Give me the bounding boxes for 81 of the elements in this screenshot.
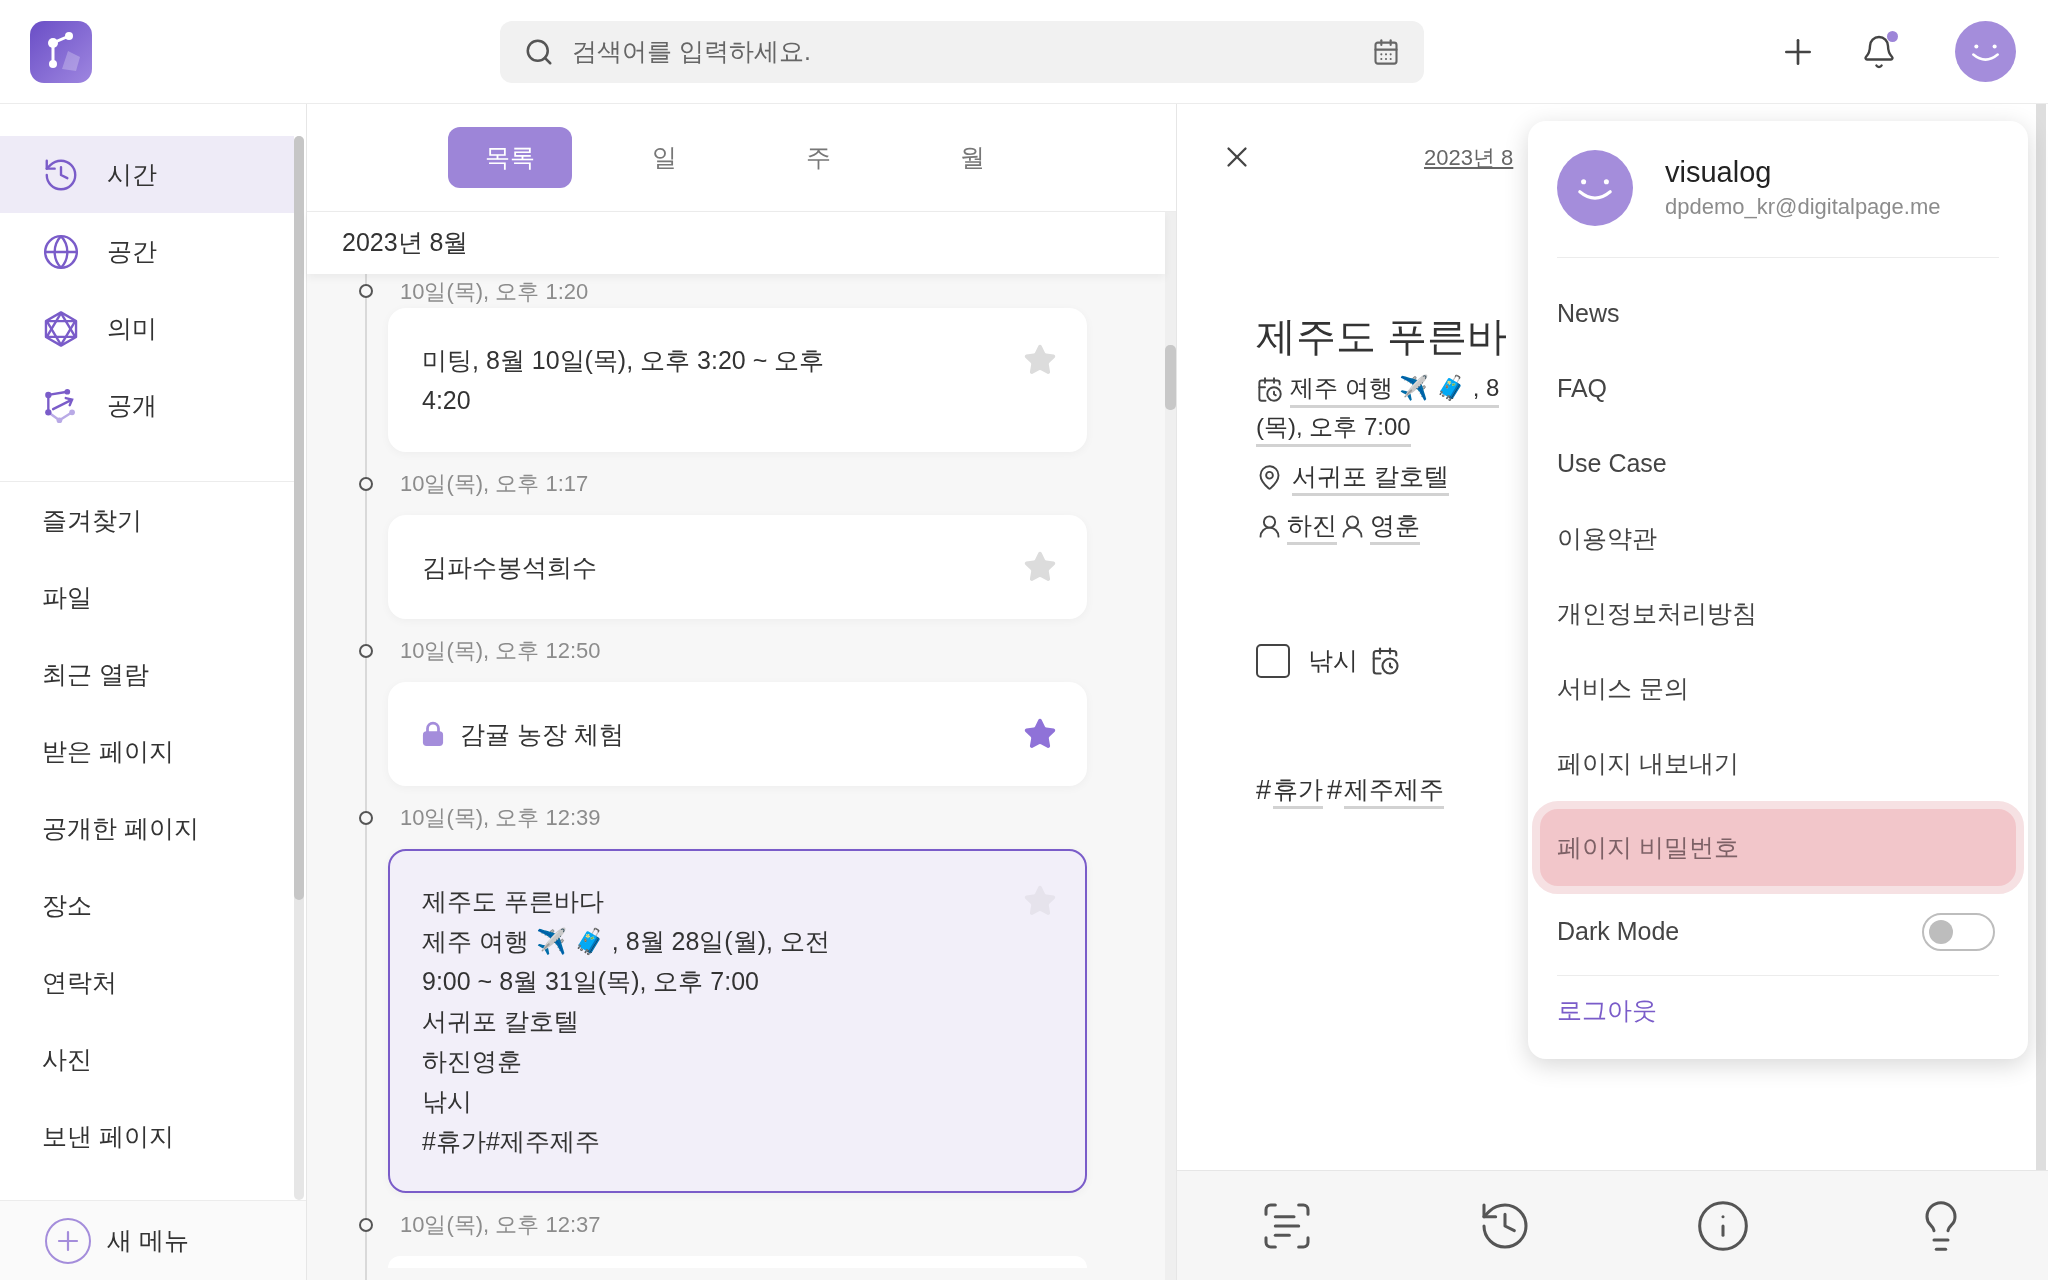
sidebar-menu-item[interactable]: 공개한 페이지: [0, 790, 294, 867]
entry-time: 10일(목), 오후 12:37: [400, 1211, 601, 1239]
new-menu-button[interactable]: 새 메뉴: [45, 1217, 189, 1264]
sidebar-menu-item[interactable]: 받은 페이지: [0, 713, 294, 790]
entry-text: 김파수봉석희수: [422, 552, 597, 583]
entry-text: 하진영훈: [422, 1046, 523, 1077]
sidebar-menu-item[interactable]: 연락처: [0, 944, 294, 1021]
page-title: 제주도 푸른바: [1256, 313, 1508, 360]
smiley-avatar-icon: [1557, 150, 1633, 226]
sidebar-nav-item[interactable]: 시간: [0, 136, 294, 213]
entry-text: 서귀포 칼호텔: [422, 1006, 580, 1037]
menu-item[interactable]: 서비스 문의: [1540, 651, 2016, 726]
menu-item[interactable]: FAQ: [1540, 351, 2016, 426]
tag-link[interactable]: 휴가: [1273, 772, 1324, 809]
sidebar-nav-item[interactable]: 공간: [0, 213, 294, 290]
menu-item[interactable]: Use Case: [1540, 426, 2016, 501]
person-link[interactable]: 하진: [1287, 508, 1337, 545]
entry-card[interactable]: 제주도 푸른바다 제주 여행 ✈ 🧳 , 8월 28일(월), 오전 9:00 ~ 8월 31일(목), 오후 7:00 서귀포 칼호텔 하진영훈 낚시 #휴가#제주제주: [388, 849, 1087, 1193]
account-email: dpdemo_kr@digitalpage.me: [1665, 193, 1941, 221]
star-icon[interactable]: [1023, 717, 1057, 751]
entry-time: 10일(목), 오후 1:20: [400, 277, 589, 306]
calendar-clock-icon[interactable]: [1370, 645, 1400, 676]
hash-mark: #: [1256, 774, 1272, 808]
sidebar-nav-item[interactable]: 공개: [0, 367, 294, 444]
entry-text: 낚시: [422, 1086, 473, 1117]
todo-label: 낚시: [1308, 644, 1358, 676]
smiley-avatar-icon: [1955, 21, 2016, 82]
month-header: 2023년 8월: [307, 212, 1165, 274]
person-link[interactable]: 영훈: [1370, 508, 1420, 545]
calendar-clock-icon: [1256, 376, 1283, 403]
entry-card[interactable]: 미팅, 8월 10일(목), 오후 3:20 ~ 오후 4:20: [388, 308, 1087, 452]
profile-button[interactable]: [1955, 21, 2016, 82]
entry-text: #휴가#제주제주: [422, 1126, 601, 1157]
hexagram-icon: [42, 309, 80, 348]
view-tab[interactable]: 일: [602, 127, 726, 188]
entry-text: 미팅, 8월 10일(목), 오후 3:20 ~ 오후 4:20: [422, 345, 826, 416]
sidebar-menu-item[interactable]: 장소: [0, 867, 294, 944]
detail-scrollbar[interactable]: [2036, 104, 2046, 1170]
entry-time: 10일(목), 오후 12:39: [400, 804, 601, 832]
place-link[interactable]: 서귀포 칼호텔: [1292, 459, 1449, 496]
sidebar-menu-item[interactable]: 사진: [0, 1021, 294, 1098]
entry-text: 제주도 푸른바다: [422, 886, 605, 917]
entry-time: 10일(목), 오후 12:50: [400, 637, 601, 665]
hash-mark: #: [1327, 774, 1343, 808]
view-tab[interactable]: 주: [756, 127, 880, 188]
bell-icon: [1861, 33, 1897, 70]
search-field[interactable]: 검색어를 입력하세요.: [572, 31, 1372, 72]
list-scrollbar[interactable]: [1165, 212, 1176, 1280]
menu-item[interactable]: 페이지 내보내기: [1540, 726, 2016, 801]
date-link[interactable]: 2023년 8: [1424, 140, 1514, 174]
globe-icon: [42, 232, 80, 271]
tag-link[interactable]: 제주제주: [1344, 772, 1445, 809]
plus-circle-icon: [45, 1217, 91, 1264]
entry-time: 10일(목), 오후 1:17: [400, 470, 589, 498]
star-icon[interactable]: [1023, 343, 1057, 377]
menu-item[interactable]: 이용약관: [1540, 501, 2016, 576]
sidebar-menu-item[interactable]: 최근 열람: [0, 636, 294, 713]
view-tab[interactable]: 월: [910, 127, 1034, 188]
sidebar-menu-item[interactable]: 파일: [0, 559, 294, 636]
logout-link[interactable]: 로그아웃: [1540, 976, 2016, 1046]
sidebar-nav-item[interactable]: 의미: [0, 290, 294, 367]
search-bar[interactable]: 검색어를 입력하세요.: [500, 20, 1424, 83]
dark-mode-toggle[interactable]: [1922, 912, 1995, 951]
menu-item[interactable]: 개인정보처리방침: [1540, 576, 2016, 651]
schedule-link[interactable]: (목), 오후 7:00: [1256, 410, 1411, 447]
menu-item[interactable]: 페이지 비밀번호: [1532, 801, 2024, 894]
star-icon[interactable]: [1023, 550, 1057, 584]
schedule-link[interactable]: 제주 여행 ✈ 🧳 , 8: [1290, 371, 1500, 408]
entry-card[interactable]: 김파수봉석희수: [388, 515, 1087, 619]
calendar-icon[interactable]: [1372, 37, 1400, 66]
entry-text: 감귤 농장 체험: [460, 719, 624, 750]
sidebar-menu-item[interactable]: 보낸 페이지: [0, 1098, 294, 1175]
entry-card[interactable]: 감귤 농장 체험: [388, 682, 1087, 786]
menu-item-label: Dark Mode: [1557, 915, 1680, 947]
logo-icon[interactable]: [30, 20, 92, 83]
menu-item[interactable]: News: [1540, 276, 2016, 351]
sidebar-menu-item[interactable]: 즐겨찾기: [0, 482, 294, 559]
sidebar-scrollbar[interactable]: [294, 136, 304, 1200]
todo-checkbox[interactable]: [1256, 643, 1290, 678]
entry-text: 제주 여행 ✈ 🧳 , 8월 28일(월), 오전 9:00 ~ 8월 31일(목), 오후 7:00: [422, 926, 831, 997]
account-name: visualog: [1665, 155, 1773, 190]
